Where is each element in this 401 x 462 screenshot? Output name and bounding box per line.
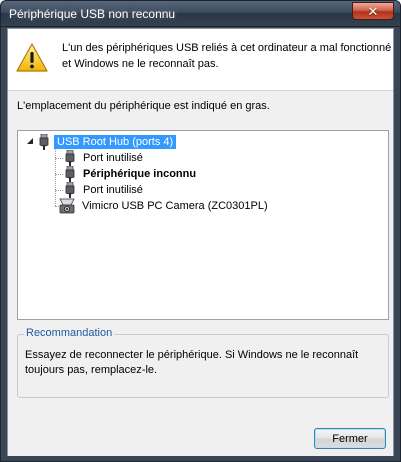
tree-item-port[interactable]: Port inutilisé <box>64 182 146 198</box>
tree-item-unknown-device[interactable]: Périphérique inconnu <box>64 166 199 182</box>
tree-item-label: Périphérique inconnu <box>83 168 197 180</box>
close-icon: ✕ <box>367 3 379 19</box>
content-area: L'emplacement du périphérique est indiqu… <box>8 90 393 456</box>
tree-item-port[interactable]: Port inutilisé <box>64 150 146 166</box>
usb-plug-icon <box>65 182 75 198</box>
tree-item-camera[interactable]: Vimicro USB PC Camera (ZC0301PL) <box>58 198 271 214</box>
tree-item-root-hub[interactable]: USB Root Hub (ports 4) <box>38 134 177 150</box>
header-message: L'un des périphériques USB reliés à cet … <box>62 42 392 70</box>
tree-item-label: Port inutilisé <box>83 152 143 164</box>
recommendation-body: Essayez de reconnecter le périphérique. … <box>25 349 359 376</box>
usb-plug-icon <box>65 166 75 182</box>
camera-icon <box>59 198 75 214</box>
warning-icon <box>16 43 48 72</box>
dialog-client-area: L'un des périphériques USB reliés à cet … <box>7 28 394 456</box>
location-label: L'emplacement du périphérique est indiqu… <box>17 100 270 112</box>
tree-item-label: Vimicro USB PC Camera (ZC0301PL) <box>82 200 268 212</box>
tree-item-label: USB Root Hub (ports 4) <box>54 135 177 149</box>
device-tree[interactable]: USB Root Hub (ports 4) Port inutilisé Pé… <box>17 130 389 320</box>
close-button[interactable]: Fermer <box>314 428 386 449</box>
tree-item-label: Port inutilisé <box>83 184 143 196</box>
recommendation-title: Recommandation <box>24 327 115 339</box>
dialog-window: Périphérique USB non reconnu ✕ L'un des … <box>0 0 401 462</box>
recommendation-group: Recommandation Essayez de reconnecter le… <box>17 327 389 398</box>
usb-plug-icon <box>65 150 75 166</box>
title-bar[interactable]: Périphérique USB non reconnu ✕ <box>1 1 400 27</box>
usb-plug-icon <box>39 134 49 150</box>
collapse-arrow-icon[interactable] <box>26 137 35 146</box>
window-title: Périphérique USB non reconnu <box>9 7 176 21</box>
window-close-button[interactable]: ✕ <box>352 2 394 20</box>
